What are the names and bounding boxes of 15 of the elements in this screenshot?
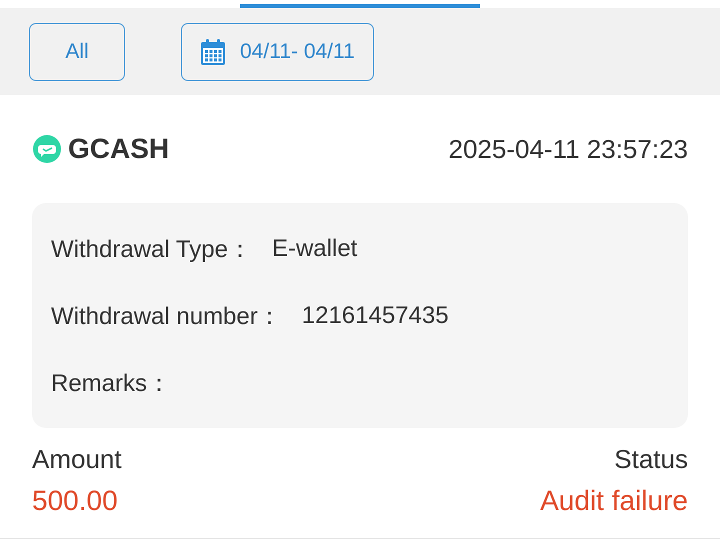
calendar-icon: [200, 38, 226, 66]
detail-value: 12161457435: [302, 302, 449, 330]
detail-value: E-wallet: [272, 234, 358, 262]
filter-button[interactable]: All: [29, 22, 125, 80]
datetime: 2025-04-11 23:57:23: [448, 134, 688, 164]
detail-label: Withdrawal number：: [51, 302, 282, 332]
amount-label: Amount: [32, 444, 122, 475]
status-label: Status: [614, 444, 688, 475]
detail-label: Withdrawal Type：: [51, 234, 252, 264]
amount-value: 500.00: [32, 485, 119, 517]
chat-bubble-icon: [32, 134, 62, 164]
date-range-button[interactable]: 04/11- 04/11: [181, 22, 374, 80]
provider-name: GCASH: [68, 133, 170, 165]
status-value: Audit failure: [540, 485, 688, 517]
detail-label: Remarks：: [51, 368, 172, 398]
